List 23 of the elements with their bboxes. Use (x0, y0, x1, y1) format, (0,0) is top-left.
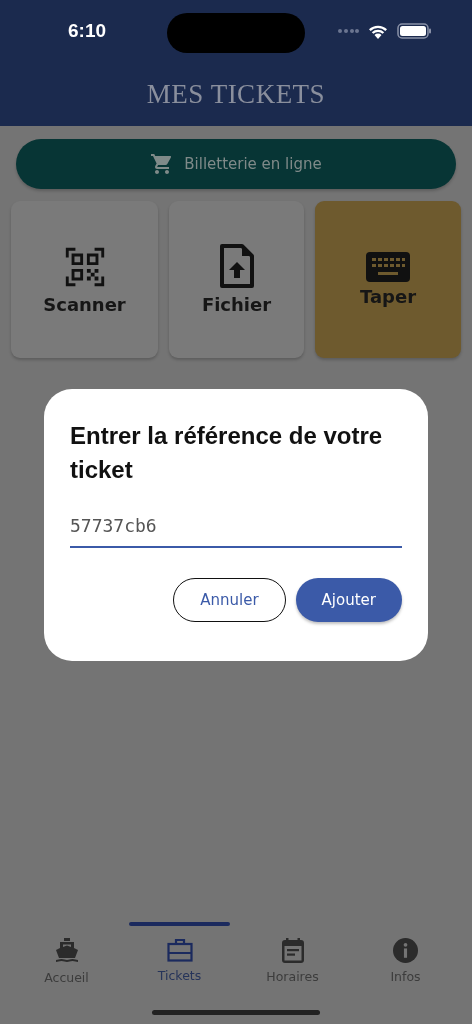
page-title: MES TICKETS (146, 79, 326, 110)
signal-icon (337, 28, 359, 34)
keyboard-icon (366, 252, 410, 282)
file-upload-icon (217, 244, 256, 290)
add-button[interactable]: Ajouter (295, 578, 402, 622)
cancel-button[interactable]: Annuler (173, 578, 286, 622)
option-tile[interactable]: Scanner (11, 201, 158, 358)
option-tile[interactable]: Fichier (169, 201, 304, 358)
tab-item[interactable]: Infos (349, 926, 462, 1006)
calendar-icon (281, 938, 304, 963)
status-time: 6:10 (68, 20, 107, 42)
wifi-icon (368, 23, 388, 39)
tab-item[interactable]: Tickets (123, 926, 236, 1006)
info-icon (393, 938, 418, 963)
ship-icon (54, 938, 79, 964)
tab-item[interactable]: Accueil (10, 926, 123, 1006)
online-ticketing-button[interactable]: Billetterie en ligne (16, 139, 456, 189)
option-tile[interactable]: Taper (315, 201, 461, 358)
briefcase-icon (166, 938, 193, 962)
dialog-title: Entrer la référence de votre ticket (70, 421, 384, 485)
reference-input[interactable]: 57737cb6 (70, 509, 402, 548)
tab-item[interactable]: Horaires (236, 926, 349, 1006)
battery-icon (397, 23, 432, 39)
